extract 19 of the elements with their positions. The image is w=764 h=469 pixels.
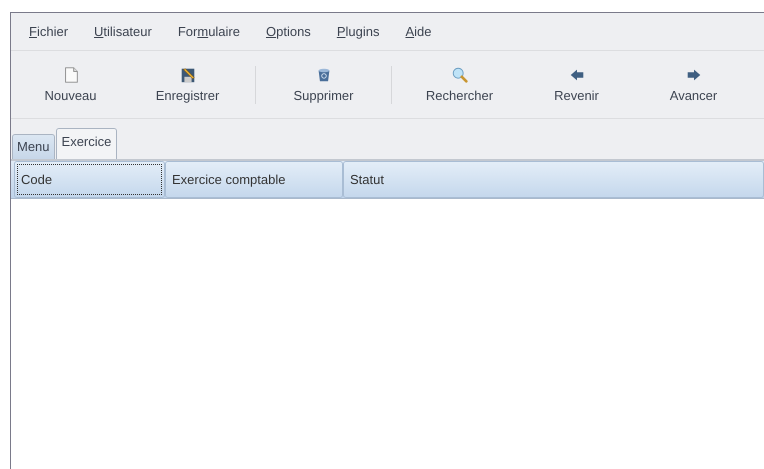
menu-item[interactable]: Formulaire xyxy=(178,24,240,39)
toolbar-button[interactable]: Supprimer xyxy=(265,66,382,103)
menu-item[interactable]: Aide xyxy=(405,24,432,39)
menu-item[interactable]: Options xyxy=(266,24,311,39)
toolbar-button[interactable]: Rechercher xyxy=(401,66,518,103)
menu-item[interactable]: Plugins xyxy=(336,24,380,39)
column-header[interactable]: Exercice comptable xyxy=(165,161,343,198)
magnifier-icon xyxy=(450,66,468,84)
toolbar-button[interactable]: Revenir xyxy=(518,66,635,103)
column-header[interactable]: Statut xyxy=(343,161,764,198)
toolbar-button[interactable]: Nouveau xyxy=(12,66,129,103)
toolbar-button[interactable]: Enregistrer xyxy=(129,66,246,103)
tab[interactable]: Menu xyxy=(12,134,55,159)
menu-item[interactable]: Utilisateur xyxy=(94,24,152,39)
floppy-pencil-icon xyxy=(178,66,196,84)
toolbar-button[interactable]: Avancer xyxy=(635,66,752,103)
menu-item[interactable]: Fichier xyxy=(29,24,68,39)
tab[interactable]: Exercice xyxy=(56,128,118,159)
column-header[interactable]: Code xyxy=(14,161,165,198)
